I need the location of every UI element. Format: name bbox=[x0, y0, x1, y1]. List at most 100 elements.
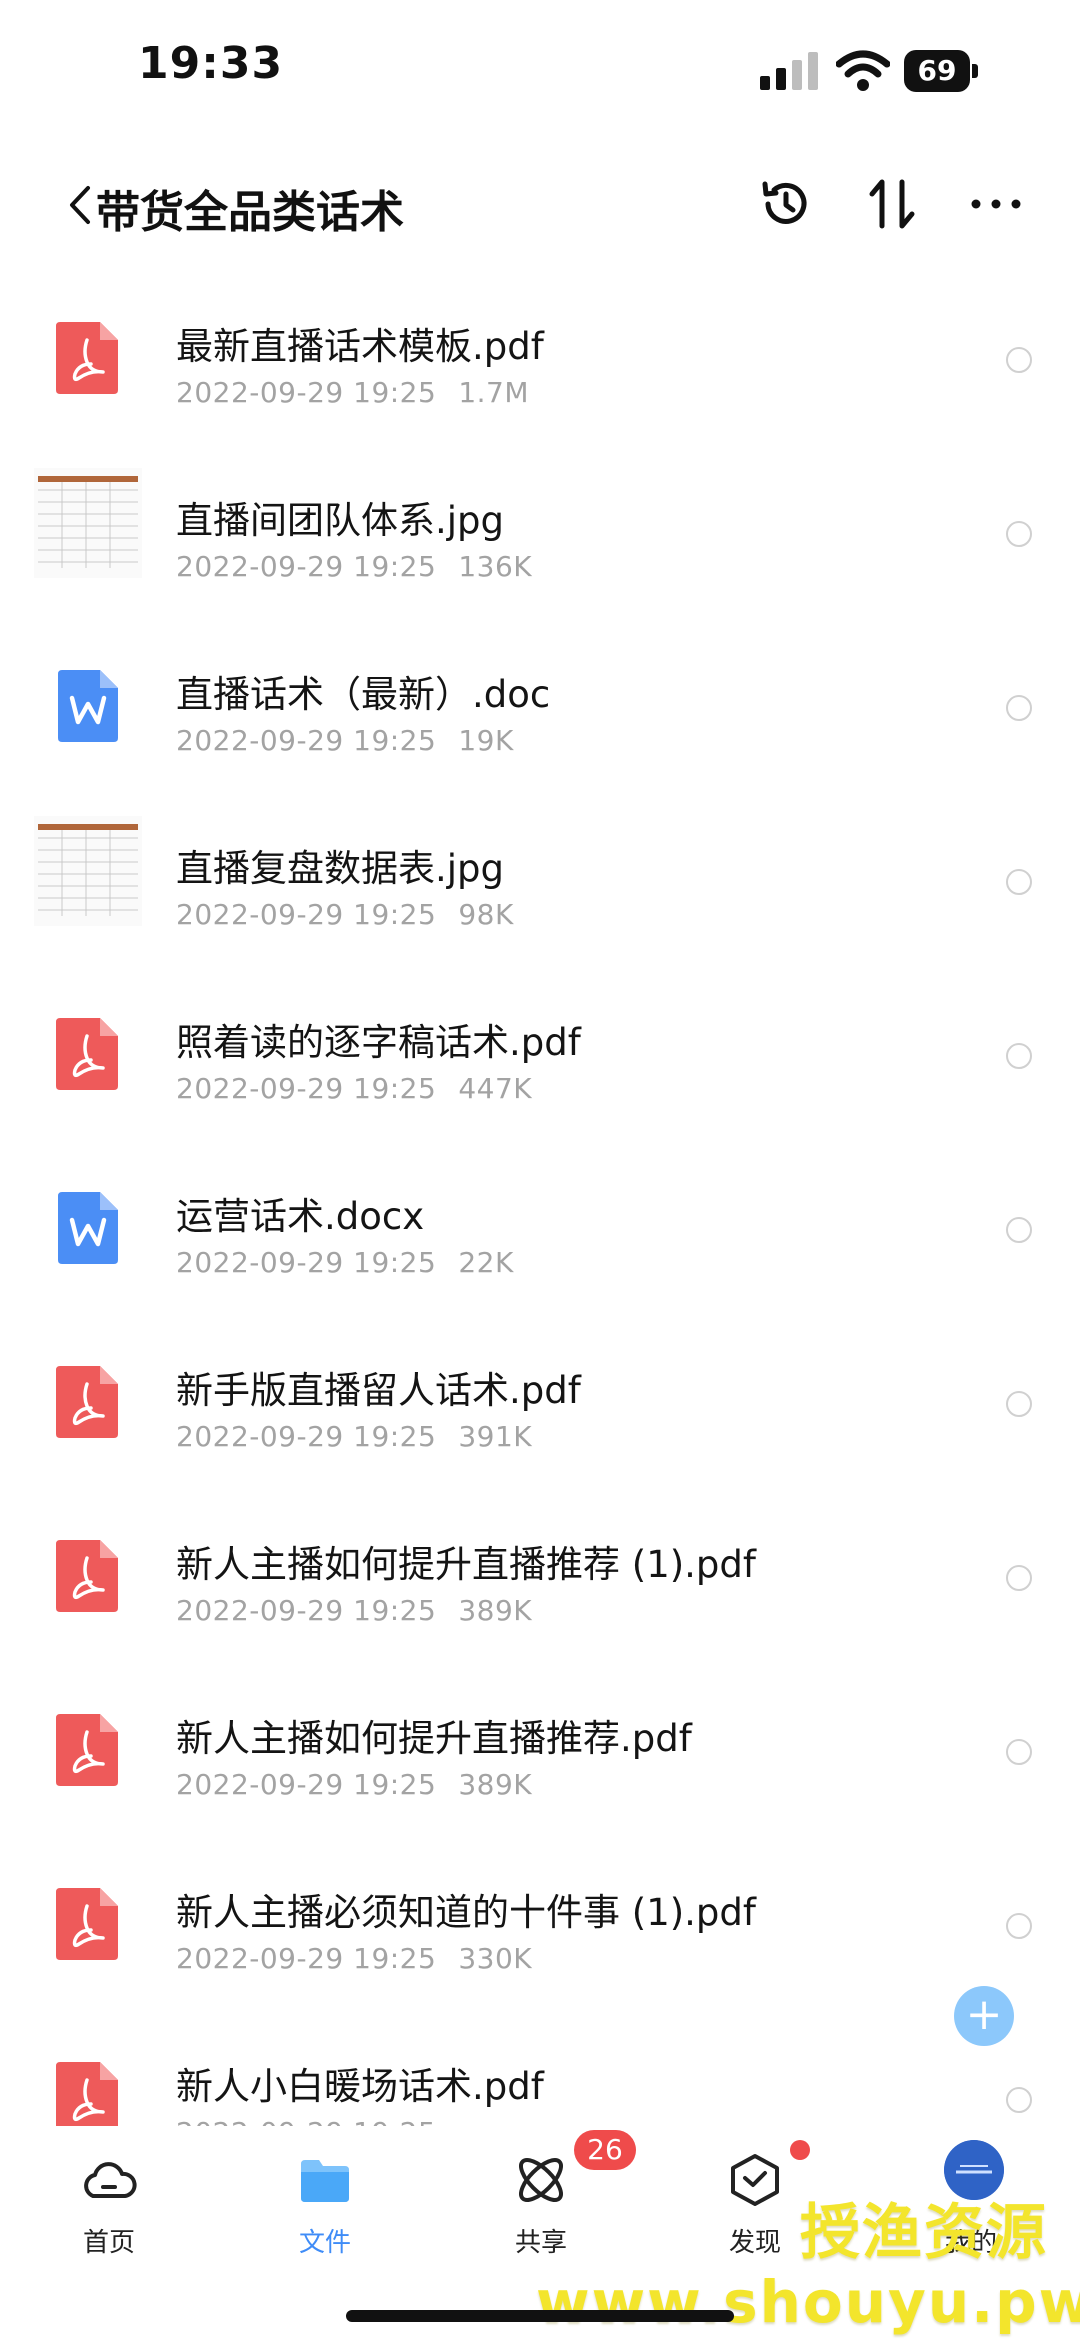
file-name: 最新直播话术模板.pdf bbox=[176, 325, 544, 368]
file-date: 2022-09-29 19:25 bbox=[176, 550, 437, 583]
select-checkbox[interactable] bbox=[1006, 695, 1032, 721]
file-row[interactable]: 新人主播必须知道的十件事 (1).pdf 2022-09-29 19:25 330K bbox=[0, 1840, 1080, 2014]
add-button[interactable]: + bbox=[954, 1986, 1014, 2046]
watermark-text: 授渔资源 bbox=[800, 2198, 1048, 2268]
pdf-file-icon bbox=[56, 1018, 118, 1090]
battery-level: 69 bbox=[904, 50, 970, 92]
cloud-home-icon bbox=[84, 2162, 137, 2198]
image-thumbnail bbox=[34, 468, 142, 578]
file-size: 389K bbox=[458, 1594, 533, 1627]
file-size: 447K bbox=[458, 1072, 533, 1105]
file-date: 2022-09-29 19:25 bbox=[176, 898, 437, 931]
file-size: 136K bbox=[458, 550, 533, 583]
file-meta: 2022-09-29 19:25 1.7M bbox=[176, 376, 529, 409]
file-row[interactable]: 直播复盘数据表.jpg 2022-09-29 19:25 98K bbox=[0, 796, 1080, 970]
file-size: 389K bbox=[458, 1768, 533, 1801]
back-icon[interactable] bbox=[64, 182, 98, 228]
file-date: 2022-09-29 19:25 bbox=[176, 1420, 437, 1453]
select-checkbox[interactable] bbox=[1006, 347, 1032, 373]
file-name: 直播间团队体系.jpg bbox=[176, 499, 505, 542]
file-name: 照着读的逐字稿话术.pdf bbox=[176, 1021, 581, 1064]
file-size: 22K bbox=[458, 1246, 514, 1279]
file-meta: 2022-09-29 19:25 391K bbox=[176, 1420, 532, 1453]
page-title: 带货全品类话术 bbox=[96, 187, 404, 238]
file-date: 2022-09-29 19:25 bbox=[176, 1246, 437, 1279]
pdf-file-icon bbox=[56, 2062, 118, 2130]
file-size: 98K bbox=[458, 898, 514, 931]
tab-share[interactable]: 26 共享 bbox=[466, 2126, 636, 2258]
word-file-icon bbox=[58, 670, 118, 742]
file-meta: 2022-09-29 19:25 389K bbox=[176, 1768, 532, 1801]
file-name: 直播话术（最新）.doc bbox=[176, 673, 551, 716]
word-file-icon bbox=[58, 1192, 118, 1264]
file-size: 330K bbox=[458, 1942, 533, 1975]
pdf-file-icon bbox=[56, 1540, 118, 1612]
file-row[interactable]: 照着读的逐字稿话术.pdf 2022-09-29 19:25 447K bbox=[0, 970, 1080, 1144]
file-date: 2022-09-29 19:25 bbox=[176, 1768, 437, 1801]
tab-home[interactable]: 首页 bbox=[34, 2126, 184, 2258]
file-date: 2022-09-29 19:25 bbox=[176, 1072, 437, 1105]
file-date: 2022-09-29 19:25 bbox=[176, 1594, 437, 1627]
select-checkbox[interactable] bbox=[1006, 2087, 1032, 2113]
file-meta: 2022-09-29 19:25 136K bbox=[176, 550, 532, 583]
cellular-signal-icon bbox=[760, 52, 818, 90]
share-atom-icon bbox=[519, 2158, 563, 2202]
select-checkbox[interactable] bbox=[1006, 1565, 1032, 1591]
file-row[interactable]: 新人小白暖场话术.pdf2022-09-29 19:25 bbox=[0, 2014, 1080, 2130]
status-time: 19:33 bbox=[138, 38, 284, 89]
file-meta: 2022-09-29 19:25 22K bbox=[176, 1246, 514, 1279]
file-name: 新人主播必须知道的十件事 (1).pdf bbox=[176, 1891, 756, 1934]
file-name: 运营话术.docx bbox=[176, 1195, 425, 1238]
file-date: 2022-09-29 19:25 bbox=[176, 376, 437, 409]
discover-dot bbox=[790, 2140, 810, 2160]
more-icon[interactable] bbox=[966, 174, 1026, 234]
file-meta: 2022-09-29 19:25 98K bbox=[176, 898, 514, 931]
select-checkbox[interactable] bbox=[1006, 1913, 1032, 1939]
home-indicator bbox=[346, 2310, 734, 2322]
select-checkbox[interactable] bbox=[1006, 521, 1032, 547]
select-checkbox[interactable] bbox=[1006, 1043, 1032, 1069]
file-name: 新人小白暖场话术.pdf bbox=[176, 2065, 544, 2108]
file-date: 2022-09-29 19:25 bbox=[176, 1942, 437, 1975]
file-name: 新人主播如何提升直播推荐 (1).pdf bbox=[176, 1543, 756, 1586]
tab-home-label: 首页 bbox=[82, 2228, 135, 2258]
file-meta: 2022-09-29 19:25 389K bbox=[176, 1594, 532, 1627]
file-row[interactable]: 新人主播如何提升直播推荐.pdf 2022-09-29 19:25 389K bbox=[0, 1666, 1080, 1840]
file-meta: 2022-09-29 19:25 19K bbox=[176, 724, 514, 757]
file-name: 直播复盘数据表.jpg bbox=[176, 847, 505, 890]
history-icon[interactable] bbox=[756, 174, 816, 234]
file-row[interactable]: 直播话术（最新）.doc 2022-09-29 19:25 19K bbox=[0, 622, 1080, 796]
file-meta: 2022-09-29 19:25 447K bbox=[176, 1072, 532, 1105]
file-name: 新人主播如何提升直播推荐.pdf bbox=[176, 1717, 692, 1760]
tab-share-label: 共享 bbox=[514, 2228, 567, 2258]
image-thumbnail bbox=[34, 816, 142, 926]
file-list: 最新直播话术模板.pdf 2022-09-29 19:25 1.7M 直播间团队体系.… bbox=[0, 274, 1080, 2130]
pdf-file-icon bbox=[56, 322, 118, 394]
file-row[interactable]: 新手版直播留人话术.pdf 2022-09-29 19:25 391K bbox=[0, 1318, 1080, 1492]
file-row[interactable]: 直播间团队体系.jpg 2022-09-29 19:25 136K bbox=[0, 448, 1080, 622]
tab-files-label: 文件 bbox=[298, 2228, 351, 2258]
select-checkbox[interactable] bbox=[1006, 1739, 1032, 1765]
sort-icon[interactable] bbox=[864, 174, 920, 234]
file-date: 2022-09-29 19:25 bbox=[176, 724, 437, 757]
battery-icon: 69 bbox=[904, 50, 980, 92]
file-size: 1.7M bbox=[458, 376, 530, 409]
file-row[interactable]: 最新直播话术模板.pdf 2022-09-29 19:25 1.7M bbox=[0, 274, 1080, 448]
status-bar: 19:33 69 bbox=[0, 0, 1080, 140]
discover-box-icon bbox=[731, 2154, 779, 2206]
select-checkbox[interactable] bbox=[1006, 1217, 1032, 1243]
nav-header: 带货全品类话术 bbox=[0, 150, 1080, 260]
file-size: 19K bbox=[458, 724, 514, 757]
tab-files[interactable]: 文件 bbox=[250, 2126, 400, 2258]
share-badge: 26 bbox=[574, 2130, 636, 2170]
watermark-url: www.shouyu.pw bbox=[536, 2268, 1080, 2336]
file-row[interactable]: 运营话术.docx 2022-09-29 19:25 22K bbox=[0, 1144, 1080, 1318]
file-name: 新手版直播留人话术.pdf bbox=[176, 1369, 581, 1412]
file-row[interactable]: 新人主播如何提升直播推荐 (1).pdf 2022-09-29 19:25 389K bbox=[0, 1492, 1080, 1666]
pdf-file-icon bbox=[56, 1888, 118, 1960]
pdf-file-icon bbox=[56, 1714, 118, 1786]
select-checkbox[interactable] bbox=[1006, 1391, 1032, 1417]
folder-icon bbox=[301, 2160, 349, 2202]
select-checkbox[interactable] bbox=[1006, 869, 1032, 895]
file-size: 391K bbox=[458, 1420, 533, 1453]
